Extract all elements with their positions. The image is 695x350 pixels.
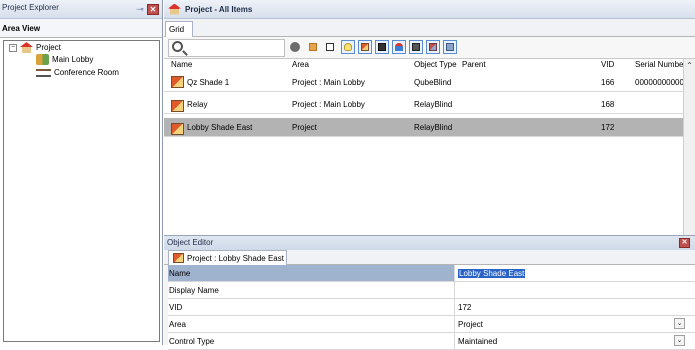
property-name: Display Name <box>168 282 455 298</box>
tree-item-label: Conference Room <box>54 68 119 77</box>
property-row-vid[interactable]: VID 172 <box>168 299 695 316</box>
property-row-control-type[interactable]: Control Type Maintained ⌄ <box>168 333 695 350</box>
search-input[interactable] <box>189 41 283 55</box>
tab-object-label: Project : Lobby Shade East <box>187 253 284 263</box>
lightbulb-filter-button[interactable] <box>341 40 355 54</box>
property-name: Name <box>168 265 455 281</box>
project-explorer-panel: Project Explorer ⊸ ✕ Area View − Project… <box>0 0 163 345</box>
object-editor-title: Object Editor <box>167 238 214 247</box>
property-name: Control Type <box>168 333 455 349</box>
collapse-icon[interactable]: − <box>9 43 17 52</box>
project-explorer-title: Project Explorer <box>2 3 59 12</box>
relay-icon <box>171 123 184 135</box>
cell-object-type: QubeBlind <box>414 78 452 87</box>
property-value[interactable] <box>456 282 691 298</box>
column-header-vid[interactable]: VID <box>601 60 614 69</box>
project-explorer-header: Project Explorer ⊸ ✕ <box>0 0 162 19</box>
cell-name: Qz Shade 1 <box>187 78 230 87</box>
house-icon <box>20 42 33 53</box>
cell-area: Project : Main Lobby <box>292 100 365 109</box>
column-header-area[interactable]: Area <box>292 60 309 69</box>
display-filter-button[interactable] <box>375 40 389 54</box>
page-title: Project - All Items <box>185 4 253 14</box>
cell-vid: 166 <box>601 78 615 87</box>
column-header-parent[interactable]: Parent <box>462 60 486 69</box>
module-filter-button[interactable] <box>426 40 440 54</box>
column-header-name[interactable]: Name <box>171 60 192 69</box>
house-icon <box>168 3 181 15</box>
property-value[interactable]: Maintained ⌄ <box>456 333 691 349</box>
area-view-label: Area View <box>0 19 162 38</box>
cell-object-type: RelayBlind <box>414 100 453 109</box>
tree-item-label: Project <box>36 43 61 52</box>
shade-filter-button[interactable] <box>358 40 372 54</box>
object-editor-header: Object Editor ✕ <box>164 236 695 250</box>
cell-object-type: RelayBlind <box>414 123 453 132</box>
grid-tabbar: Grid <box>164 19 695 37</box>
column-header-object-type[interactable]: Object Type <box>414 60 457 69</box>
chevron-down-icon[interactable]: ⌄ <box>674 318 685 329</box>
grid-header: Name Area Object Type Parent VID Serial … <box>164 59 695 70</box>
object-editor-tabbar: Project : Lobby Shade East <box>164 250 695 265</box>
shade-icon <box>171 76 184 88</box>
table-row[interactable]: Qz Shade 1 Project : Main Lobby QubeBlin… <box>164 73 687 92</box>
cell-vid: 172 <box>601 123 615 132</box>
close-icon[interactable]: ✕ <box>147 4 159 15</box>
property-row-name[interactable]: Name Lobby Shade East <box>168 265 695 282</box>
property-row-display-name[interactable]: Display Name <box>168 282 695 299</box>
property-value[interactable]: Lobby Shade East <box>456 265 691 281</box>
tree-item-label: Main Lobby <box>52 55 94 64</box>
cell-area: Project <box>292 123 317 132</box>
property-value[interactable]: Project ⌄ <box>456 316 691 332</box>
scroll-up-icon[interactable]: ⌃ <box>685 61 694 70</box>
table-row-selected[interactable]: Lobby Shade East Project RelayBlind 172 <box>164 118 683 137</box>
property-name: VID <box>168 299 455 315</box>
grid-toolbar <box>164 37 695 59</box>
column-header-serial[interactable]: Serial Numbe <box>635 60 683 69</box>
tab-object[interactable]: Project : Lobby Shade East <box>168 250 287 265</box>
property-name: Area <box>168 316 455 332</box>
relay-icon <box>173 253 184 263</box>
cell-vid: 168 <box>601 100 615 109</box>
project-items-header: Project - All Items <box>164 0 695 19</box>
clear-search-button[interactable] <box>288 40 302 54</box>
property-row-area[interactable]: Area Project ⌄ <box>168 316 695 333</box>
cell-serial: 00000000000( <box>635 78 687 87</box>
tab-grid[interactable]: Grid <box>165 21 193 37</box>
grid-scrollbar[interactable]: ⌃ <box>683 59 695 235</box>
area-tree: − Project Main Lobby Conference Room <box>3 40 160 342</box>
sensor-filter-button[interactable] <box>392 40 406 54</box>
items-grid: Name Area Object Type Parent VID Serial … <box>164 59 695 235</box>
cell-name: Lobby Shade East <box>187 123 253 132</box>
property-value[interactable]: 172 <box>456 299 691 315</box>
keypad-filter-button[interactable] <box>409 40 423 54</box>
property-value-text: Project <box>458 320 483 329</box>
search-icon <box>172 41 183 52</box>
table-row[interactable]: Relay Project : Main Lobby RelayBlind 16… <box>164 95 683 114</box>
chevron-down-icon[interactable]: ⌄ <box>674 335 685 346</box>
filter-blank-button[interactable] <box>323 40 337 54</box>
close-icon[interactable]: ✕ <box>679 238 690 248</box>
tree-item-main-lobby[interactable]: Main Lobby <box>36 54 93 65</box>
panel-filter-button[interactable] <box>443 40 457 54</box>
object-editor-panel: Object Editor ✕ Project : Lobby Shade Ea… <box>164 235 695 350</box>
pin-icon[interactable]: ⊸ <box>134 4 146 14</box>
tree-item-conference-room[interactable]: Conference Room <box>36 68 119 77</box>
relay-icon <box>171 100 184 112</box>
cell-area: Project : Main Lobby <box>292 78 365 87</box>
table-icon <box>36 68 51 77</box>
search-box[interactable] <box>168 39 285 57</box>
property-value-text[interactable]: Lobby Shade East <box>458 269 526 278</box>
filter-orange-button[interactable] <box>306 40 320 54</box>
cell-name: Relay <box>187 100 208 109</box>
lobby-icon <box>36 54 49 65</box>
tree-item-project[interactable]: − Project <box>9 42 61 53</box>
